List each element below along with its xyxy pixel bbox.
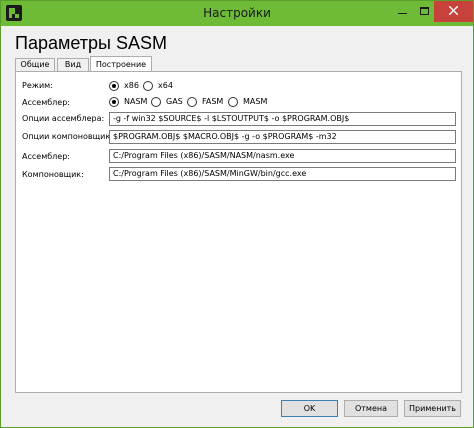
minimize-button[interactable] (389, 1, 416, 22)
assembler-options-label: Опции ассемблера: (22, 114, 105, 123)
assembler-options-input[interactable]: -g -f win32 $SOURCE$ -l $LSTOUTPUT$ -o $… (109, 112, 456, 126)
assembler-path-label: Ассемблер: (22, 152, 70, 161)
maximize-button[interactable] (416, 1, 434, 22)
assembler-select-label: Ассемблер: (22, 98, 70, 107)
linker-path-label: Компоновщик: (22, 170, 84, 179)
radio-x86-label[interactable]: x86 (124, 81, 139, 90)
page-title: Параметры SASM (15, 33, 167, 53)
close-button[interactable] (434, 1, 473, 22)
tab-build[interactable]: Построение (90, 56, 152, 72)
tab-general[interactable]: Общие (15, 58, 55, 71)
tab-view[interactable]: Вид (57, 58, 89, 71)
radio-nasm-label[interactable]: NASM (124, 97, 147, 106)
minimize-icon (398, 13, 407, 14)
radio-fasm[interactable] (187, 97, 197, 107)
radio-fasm-label[interactable]: FASM (202, 97, 223, 106)
cancel-button[interactable]: Отмена (344, 400, 398, 417)
radio-masm-label[interactable]: MASM (243, 97, 267, 106)
radio-gas[interactable] (151, 97, 161, 107)
linker-options-input[interactable]: $PROGRAM.OBJ$ $MACRO.OBJ$ -g -o $PROGRAM… (109, 130, 456, 144)
maximize-icon (420, 7, 429, 15)
mode-label: Режим: (22, 81, 53, 90)
radio-x86[interactable] (109, 81, 119, 91)
assembler-path-input[interactable]: C:/Program Files (x86)/SASM/NASM/nasm.ex… (109, 149, 456, 163)
apply-button[interactable]: Применить (404, 400, 461, 417)
title-bar[interactable]: Настройки (1, 1, 473, 26)
ok-button[interactable]: OK (281, 400, 338, 417)
linker-options-label: Опции компоновщика: (22, 132, 118, 141)
radio-gas-label[interactable]: GAS (166, 97, 183, 106)
radio-x64-label[interactable]: x64 (158, 81, 173, 90)
linker-path-input[interactable]: C:/Program Files (x86)/SASM/MinGW/bin/gc… (109, 167, 456, 181)
settings-window: Настройки Параметры SASM Общие Вид Постр… (0, 0, 474, 428)
close-icon (449, 6, 458, 15)
radio-nasm[interactable] (109, 97, 119, 107)
radio-masm[interactable] (228, 97, 238, 107)
radio-x64[interactable] (143, 81, 153, 91)
